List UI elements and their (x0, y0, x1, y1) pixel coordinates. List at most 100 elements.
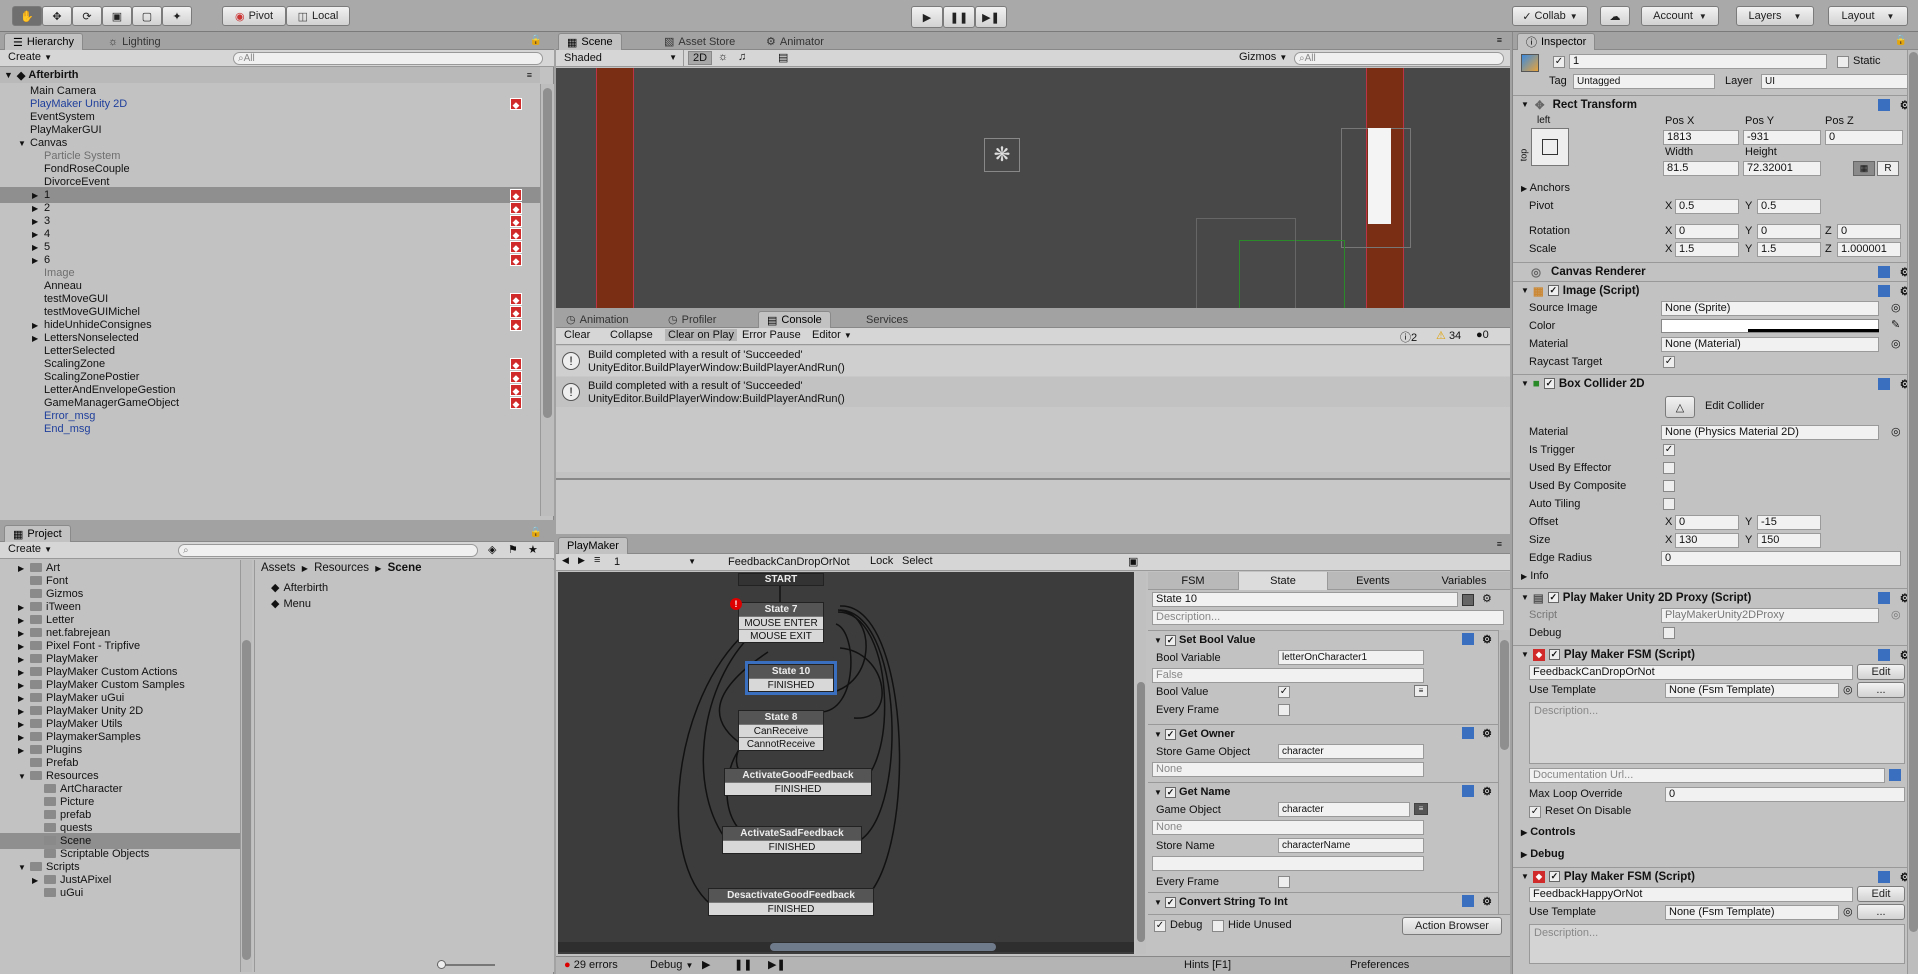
zoom-slider-handle[interactable] (437, 960, 446, 969)
info-count-toggle[interactable]: ⓘ2 (1400, 329, 1417, 345)
editor-dropdown[interactable]: Editor ▼ (812, 329, 852, 341)
hierarchy-scrollbar[interactable] (540, 84, 554, 516)
pivot-y-field[interactable]: 0.5 (1757, 199, 1821, 214)
action-get-owner-header[interactable]: ▼ ✓ Get Owner ⚙ (1148, 724, 1498, 742)
controls-foldout[interactable]: ▶ Controls (1521, 826, 1575, 838)
edge-radius-field[interactable]: 0 (1661, 551, 1901, 566)
chevron-down-icon[interactable]: ▼ (1154, 730, 1162, 739)
debug-step-icon[interactable]: ▶❚ (768, 958, 786, 971)
state-description-field[interactable]: Description... (1152, 610, 1504, 625)
raycast-target-checkbox[interactable]: ✓ (1663, 356, 1675, 368)
graph-horizontal-scrollbar[interactable] (558, 942, 1134, 952)
used-by-effector-checkbox[interactable] (1663, 462, 1675, 474)
offset-x-field[interactable]: 0 (1675, 515, 1739, 530)
component-enabled-checkbox[interactable]: ✓ (1543, 378, 1555, 389)
lock-button[interactable]: Lock (870, 555, 893, 567)
tab-profiler[interactable]: ◷ Profiler (660, 311, 724, 328)
chevron-right-icon[interactable]: ▶ (32, 217, 38, 226)
tab-playmaker[interactable]: PlayMaker (558, 537, 628, 554)
playmaker-proxy-header[interactable]: ▼ ▤ ✓ Play Maker Unity 2D Proxy (Script)… (1513, 588, 1918, 606)
size-y-field[interactable]: 150 (1757, 533, 1821, 548)
tab-events[interactable]: Events (1328, 572, 1418, 590)
material-field[interactable]: None (Material) (1661, 337, 1879, 352)
log-entry[interactable]: ! Build completed with a result of 'Succ… (556, 346, 1510, 376)
chevron-down-icon[interactable]: ▼ (1521, 593, 1529, 602)
state-color-swatch[interactable] (1462, 594, 1474, 606)
tab-fsm[interactable]: FSM (1148, 572, 1238, 590)
filter-label-icon[interactable]: ⚑ (508, 543, 518, 556)
graph-scroll-thumb[interactable] (770, 943, 996, 951)
error-pause-button[interactable]: Error Pause (742, 329, 801, 341)
gear-icon[interactable]: ⚙ (1482, 783, 1492, 801)
effects-dropdown-icon[interactable]: ▤ (778, 51, 788, 64)
breadcrumb-resources[interactable]: Resources (314, 562, 369, 574)
favorite-star-icon[interactable]: ★ (528, 543, 538, 556)
state-event[interactable]: FINISHED (725, 782, 871, 795)
gear-icon[interactable]: ⚙ (1482, 893, 1492, 911)
local-toggle[interactable]: ◫ Local (286, 6, 350, 26)
fsm-description-field[interactable]: Description... (1529, 924, 1905, 964)
step-button[interactable]: ▶❚ (975, 6, 1007, 28)
help-icon[interactable] (1889, 769, 1901, 781)
chevron-right-icon[interactable]: ▶ (18, 681, 24, 690)
layers-dropdown[interactable]: Layers ▼ (1736, 6, 1814, 26)
account-dropdown[interactable]: Account ▼ (1641, 6, 1719, 26)
component-enabled-checkbox[interactable]: ✓ (1547, 285, 1559, 296)
chevron-down-icon[interactable]: ▼ (18, 863, 26, 872)
fsm-graph-view[interactable]: START State 7 MOUSE ENTER MOUSE EXIT ! S… (558, 572, 1134, 954)
lock-icon[interactable]: 🔒 (530, 527, 542, 538)
state-event[interactable]: FINISHED (709, 902, 873, 915)
rect-transform-header[interactable]: ▼ ✥ Rect Transform ⚙ (1513, 95, 1918, 113)
state-event[interactable]: MOUSE EXIT (739, 629, 823, 642)
cloud-button[interactable]: ☁ (1600, 6, 1630, 26)
transform-tool-button[interactable]: ✦ (162, 6, 192, 26)
tab-hierarchy[interactable]: ☰ Hierarchy (4, 33, 83, 50)
inspector-scrollbar[interactable] (1907, 50, 1918, 974)
lock-icon[interactable]: 🔒 (1895, 35, 1907, 46)
chevron-right-icon[interactable]: ▶ (18, 694, 24, 703)
color-field[interactable] (1661, 319, 1879, 333)
list-icon[interactable]: ≡ (594, 554, 600, 566)
edit-fsm-button[interactable]: Edit (1857, 886, 1905, 902)
search-input[interactable]: ⌕All (233, 52, 543, 65)
auto-tiling-checkbox[interactable] (1663, 498, 1675, 510)
chevron-right-icon[interactable]: ▶ (18, 603, 24, 612)
chevron-down-icon[interactable]: ▼ (18, 772, 26, 781)
rotation-y-field[interactable]: 0 (1757, 224, 1821, 239)
offset-y-field[interactable]: -15 (1757, 515, 1821, 530)
graph-vertical-scrollbar[interactable] (1136, 572, 1146, 954)
warning-count-toggle[interactable]: ⚠ 34 (1436, 329, 1461, 342)
tab-services[interactable]: Services (858, 311, 916, 328)
rotation-x-field[interactable]: 0 (1675, 224, 1739, 239)
state-node-state10[interactable]: State 10 FINISHED (745, 661, 837, 695)
scene-search-input[interactable]: ⌕All (1294, 52, 1504, 65)
object-picker-icon[interactable]: ◎ (1843, 905, 1853, 918)
chevron-down-icon[interactable]: ▼ (1154, 788, 1162, 797)
scale-y-field[interactable]: 1.5 (1757, 242, 1821, 257)
help-icon[interactable] (1462, 727, 1474, 739)
playmaker-fsm-header[interactable]: ▼ ◆ ✓ Play Maker FSM (Script) ⚙ (1513, 645, 1918, 663)
raw-edit-button[interactable]: R (1877, 161, 1899, 176)
help-icon[interactable] (1878, 98, 1890, 111)
chevron-right-icon[interactable]: ▶ (18, 668, 24, 677)
state-event[interactable]: MOUSE ENTER (739, 616, 823, 629)
chevron-right-icon[interactable]: ▶ (18, 655, 24, 664)
tag-dropdown[interactable]: Untagged (1573, 74, 1715, 89)
every-frame-checkbox[interactable] (1278, 704, 1290, 716)
state-event[interactable]: FINISHED (723, 840, 861, 853)
state-node-state7[interactable]: State 7 MOUSE ENTER MOUSE EXIT (738, 602, 824, 643)
chevron-right-icon[interactable]: ▶ (18, 642, 24, 651)
file-item-menu[interactable]: ◆ Menu (271, 597, 311, 610)
scene-root-row[interactable]: ▼ ◆ Afterbirth ≡ (0, 67, 540, 83)
tab-variables[interactable]: Variables (1418, 572, 1510, 590)
state-event[interactable]: CannotReceive (739, 737, 823, 750)
scale-x-field[interactable]: 1.5 (1675, 242, 1739, 257)
gizmos-dropdown[interactable]: Gizmos ▼ (1239, 51, 1287, 63)
template-more-button[interactable]: ... (1857, 904, 1905, 920)
size-x-field[interactable]: 130 (1675, 533, 1739, 548)
tab-console[interactable]: ▤ Console (758, 311, 831, 328)
fsm-dropdown[interactable]: FeedbackCanDropOrNot▼ (728, 554, 850, 582)
object-picker-icon[interactable]: ◎ (1891, 337, 1901, 350)
state-event[interactable]: CanReceive (739, 724, 823, 737)
component-enabled-checkbox[interactable]: ✓ (1548, 649, 1560, 660)
